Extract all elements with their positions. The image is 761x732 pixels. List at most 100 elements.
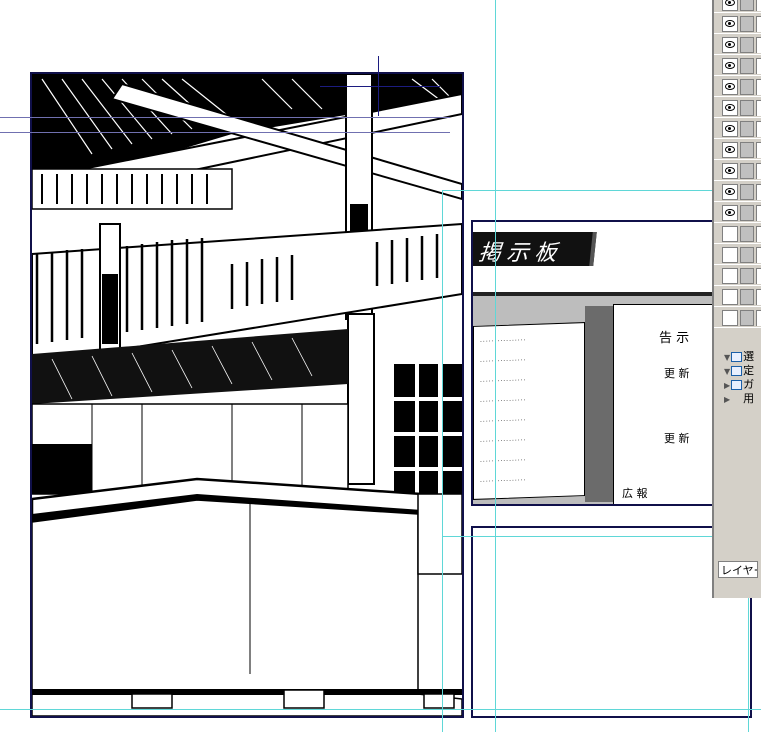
layer-row[interactable] xyxy=(714,77,761,97)
lock-toggle[interactable] xyxy=(740,205,754,221)
layer-folder[interactable]: ▶ 用 xyxy=(724,392,754,405)
layer-row[interactable] xyxy=(714,161,761,181)
layer-row[interactable] xyxy=(714,35,761,55)
layer-row[interactable] xyxy=(714,14,761,34)
layer-thumbnail xyxy=(756,37,761,53)
layer-row[interactable] xyxy=(714,56,761,76)
layer-thumbnail xyxy=(756,247,761,263)
notice-right-footer: 広 報 xyxy=(622,487,648,500)
layer-row[interactable] xyxy=(714,308,761,328)
layer-thumbnail xyxy=(756,268,761,284)
layer-folder[interactable]: ▶ ガ xyxy=(724,378,754,391)
folder-icon xyxy=(731,352,743,362)
layer-thumbnail xyxy=(756,205,761,221)
guide-line-horizontal[interactable] xyxy=(442,190,712,191)
notice-right-heading: 告 示 xyxy=(659,331,690,346)
visibility-toggle[interactable] xyxy=(722,184,738,200)
visibility-toggle[interactable] xyxy=(722,0,738,11)
visibility-toggle[interactable] xyxy=(722,16,738,32)
manga-panel-notice-board[interactable]: 掲示板 ................ ................ ..… xyxy=(471,220,716,506)
notice-paper-left: ................ ................ ......… xyxy=(473,322,585,500)
lock-toggle[interactable] xyxy=(740,16,754,32)
manga-panel-building[interactable] xyxy=(30,72,464,718)
lock-toggle[interactable] xyxy=(740,289,754,305)
layer-row[interactable] xyxy=(714,98,761,118)
eye-icon xyxy=(725,188,735,195)
eye-icon xyxy=(725,146,735,153)
notice-left-line: ................ xyxy=(480,335,527,344)
layer-folder-label: 定 xyxy=(743,364,755,377)
layer-row[interactable] xyxy=(714,245,761,265)
notice-left-line: ................ xyxy=(480,355,527,364)
guide-line-vertical[interactable] xyxy=(495,0,496,732)
lock-toggle[interactable] xyxy=(740,0,754,11)
lock-toggle[interactable] xyxy=(740,37,754,53)
chevron-down-icon[interactable]: ▼ xyxy=(724,367,730,376)
guide-line-vertical[interactable] xyxy=(748,590,749,732)
lock-toggle[interactable] xyxy=(740,226,754,242)
visibility-toggle[interactable] xyxy=(722,58,738,74)
lock-toggle[interactable] xyxy=(740,184,754,200)
layer-folder[interactable]: ▼ 選 xyxy=(724,350,754,363)
layer-row[interactable] xyxy=(714,140,761,160)
layer-row[interactable] xyxy=(714,224,761,244)
guide-line-vertical[interactable] xyxy=(442,190,443,732)
visibility-toggle[interactable] xyxy=(722,163,738,179)
layer-folder[interactable]: ▼ 定 xyxy=(724,364,754,377)
visibility-toggle[interactable] xyxy=(722,79,738,95)
guide-line-horizontal[interactable] xyxy=(0,709,761,710)
board-shadow xyxy=(585,306,615,502)
manga-panel-empty[interactable] xyxy=(471,526,752,718)
notice-right-line: 更 新 xyxy=(664,432,690,445)
layer-row[interactable] xyxy=(714,203,761,223)
layer-thumbnail xyxy=(756,100,761,116)
visibility-toggle[interactable] xyxy=(722,37,738,53)
layer-row[interactable] xyxy=(714,119,761,139)
sign-title-board: 掲示板 xyxy=(473,232,597,266)
layer-name-field[interactable]: レイヤー xyxy=(718,561,758,578)
notice-right-line: 更 新 xyxy=(664,367,690,380)
drawing-canvas[interactable]: 掲示板 ................ ................ ..… xyxy=(0,0,761,732)
visibility-toggle[interactable] xyxy=(722,247,738,263)
layer-row[interactable] xyxy=(714,182,761,202)
layer-folder-label: 用 xyxy=(743,392,755,405)
layer-row[interactable] xyxy=(714,266,761,286)
folder-icon xyxy=(731,380,743,390)
guide-line-horizontal[interactable] xyxy=(442,536,712,537)
layer-row[interactable] xyxy=(714,0,761,13)
layer-palette[interactable]: ▼選 ▼定 ▶ガ ▶用 レイヤー xyxy=(712,0,761,598)
eye-icon xyxy=(725,41,735,48)
eye-icon xyxy=(725,0,735,6)
notice-board-frame: ................ ................ ......… xyxy=(473,292,714,504)
lock-toggle[interactable] xyxy=(740,268,754,284)
perspective-guide xyxy=(0,132,450,133)
eye-icon xyxy=(725,104,735,111)
visibility-toggle[interactable] xyxy=(722,121,738,137)
lock-toggle[interactable] xyxy=(740,100,754,116)
notice-left-line: ................ xyxy=(480,395,527,404)
lock-toggle[interactable] xyxy=(740,163,754,179)
lock-toggle[interactable] xyxy=(740,310,754,326)
chevron-down-icon[interactable]: ▼ xyxy=(724,353,730,362)
eye-icon xyxy=(725,20,735,27)
layer-thumbnail xyxy=(756,184,761,200)
lock-toggle[interactable] xyxy=(740,121,754,137)
lock-toggle[interactable] xyxy=(740,247,754,263)
visibility-toggle[interactable] xyxy=(722,226,738,242)
visibility-toggle[interactable] xyxy=(722,142,738,158)
layer-thumbnail xyxy=(756,0,761,11)
lock-toggle[interactable] xyxy=(740,142,754,158)
lock-toggle[interactable] xyxy=(740,79,754,95)
sign-title: 掲示板 xyxy=(477,241,564,266)
lock-toggle[interactable] xyxy=(740,58,754,74)
visibility-toggle[interactable] xyxy=(722,289,738,305)
eye-icon xyxy=(725,125,735,132)
chevron-right-icon[interactable]: ▶ xyxy=(724,395,730,404)
visibility-toggle[interactable] xyxy=(722,205,738,221)
layer-row[interactable] xyxy=(714,287,761,307)
layer-thumbnail xyxy=(756,142,761,158)
visibility-toggle[interactable] xyxy=(722,100,738,116)
visibility-toggle[interactable] xyxy=(722,268,738,284)
visibility-toggle[interactable] xyxy=(722,310,738,326)
chevron-right-icon[interactable]: ▶ xyxy=(724,381,730,390)
